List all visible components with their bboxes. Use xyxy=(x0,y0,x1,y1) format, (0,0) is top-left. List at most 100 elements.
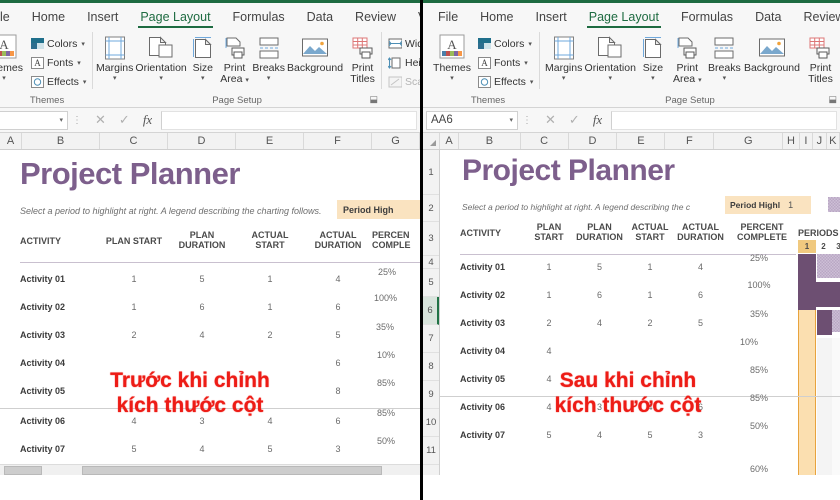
tab-review[interactable]: Review xyxy=(344,8,407,28)
period-number-cell[interactable]: 2 xyxy=(816,240,831,253)
orientation-button[interactable]: Orientation ▾ xyxy=(583,32,637,83)
row-header-2[interactable]: 2 xyxy=(423,195,439,222)
right-name-box[interactable]: AA6 ▾ xyxy=(426,110,518,130)
left-period-highlight-pill[interactable]: Period High xyxy=(337,200,420,219)
theme-fonts-button[interactable]: A Fonts ▾ xyxy=(28,53,88,72)
col-header-E[interactable]: E xyxy=(617,133,666,149)
formula-bar-handle[interactable]: ⋮ xyxy=(68,115,86,126)
tab-file[interactable]: File xyxy=(427,8,469,28)
theme-fonts-label: Fonts xyxy=(47,56,74,69)
col-header-A[interactable]: A xyxy=(0,133,22,149)
background-button[interactable]: Background xyxy=(286,32,344,75)
tab-view[interactable]: View xyxy=(407,8,420,28)
col-header-D[interactable]: D xyxy=(569,133,618,149)
page-setup-dialog-launcher-icon[interactable]: ⬓ xyxy=(370,94,379,105)
scrollbar-thumb-main[interactable] xyxy=(82,466,382,475)
size-button[interactable]: Size ▾ xyxy=(188,32,218,83)
cell-actual-duration: 6 xyxy=(697,290,703,300)
left-name-box[interactable]: ▾ xyxy=(0,110,68,130)
tab-home[interactable]: Home xyxy=(469,8,524,28)
table-row[interactable]: Activity 03 2 4 2 5 35% xyxy=(0,322,420,355)
margins-button[interactable]: Margins ▾ xyxy=(544,32,583,83)
tab-formulas[interactable]: Formulas xyxy=(222,8,296,28)
tab-data[interactable]: Data xyxy=(744,8,792,28)
table-row[interactable]: Activity 01 1 5 1 4 25% xyxy=(0,267,420,299)
row-header-5[interactable]: 5 xyxy=(423,269,439,297)
tab-page-layout[interactable]: Page Layout xyxy=(129,8,221,28)
margins-button[interactable]: Margins ▾ xyxy=(95,32,134,83)
tab-insert[interactable]: Insert xyxy=(76,8,129,28)
tab-formulas[interactable]: Formulas xyxy=(670,8,744,28)
row-header-6[interactable]: 6 xyxy=(423,297,439,325)
col-header-G[interactable]: G xyxy=(714,133,784,149)
print-area-button[interactable]: Print Area ▾ xyxy=(669,32,706,85)
theme-colors-button[interactable]: Colors ▾ xyxy=(475,34,535,53)
left-horizontal-scrollbar[interactable] xyxy=(0,464,420,475)
formula-bar-handle[interactable]: ⋮ xyxy=(518,115,536,126)
scrollbar-thumb-left[interactable] xyxy=(4,466,42,475)
page-height-button[interactable]: Height xyxy=(386,53,420,72)
theme-colors-button[interactable]: Colors ▾ xyxy=(28,34,88,53)
row-header-3[interactable]: 3 xyxy=(423,222,439,256)
col-header-B[interactable]: B xyxy=(459,133,521,149)
cancel-icon[interactable]: ✕ xyxy=(95,112,106,128)
theme-fonts-button[interactable]: A Fonts ▾ xyxy=(475,53,535,72)
breaks-button[interactable]: Breaks ▾ xyxy=(706,32,743,83)
col-header-E[interactable]: E xyxy=(236,133,304,149)
row-header-7[interactable]: 7 xyxy=(423,325,439,353)
print-titles-button[interactable]: Print Titles xyxy=(344,32,381,85)
col-header-C[interactable]: C xyxy=(521,133,569,149)
print-area-button[interactable]: Print Area ▾ xyxy=(218,32,252,85)
period-number-cell[interactable]: 3 xyxy=(831,240,840,253)
right-formula-input[interactable] xyxy=(611,110,837,130)
confirm-icon[interactable]: ✓ xyxy=(119,112,130,128)
cell-actual-duration: 5 xyxy=(697,318,703,328)
row-header-4[interactable]: 4 xyxy=(423,256,439,269)
tab-file[interactable]: le xyxy=(0,8,21,28)
page-setup-dialog-launcher-icon[interactable]: ⬓ xyxy=(828,94,837,105)
tab-insert[interactable]: Insert xyxy=(525,8,578,28)
cell-activity: Activity 03 xyxy=(20,330,66,340)
breaks-button[interactable]: Breaks ▾ xyxy=(251,32,286,83)
col-header-B[interactable]: B xyxy=(22,133,100,149)
col-header-I[interactable]: I xyxy=(800,133,814,149)
col-header-H[interactable]: H xyxy=(783,133,800,149)
table-row[interactable]: Activity 02 1 6 1 6 100% xyxy=(0,293,420,327)
table-row[interactable]: Activity 07 5 4 5 3 50% xyxy=(440,421,840,458)
table-row[interactable]: 60% xyxy=(440,458,840,475)
table-row[interactable]: Activity 06 4 3 4 6 85% xyxy=(0,408,420,441)
insert-function-icon[interactable]: fx xyxy=(593,112,602,128)
period-number-cell[interactable]: 1 xyxy=(798,240,816,253)
tab-data[interactable]: Data xyxy=(296,8,344,28)
theme-effects-button[interactable]: Effects ▾ xyxy=(28,72,88,91)
insert-function-icon[interactable]: fx xyxy=(143,112,152,128)
scale-button[interactable]: Scale xyxy=(386,72,420,91)
cancel-icon[interactable]: ✕ xyxy=(545,112,556,128)
table-row[interactable]: Activity 03 2 4 2 5 35% xyxy=(440,309,840,346)
col-header-F[interactable]: F xyxy=(665,133,715,149)
col-header-F[interactable]: F xyxy=(304,133,372,149)
tab-review[interactable]: Review xyxy=(792,8,840,28)
right-period-highlight-pill[interactable]: Period Highl 1 xyxy=(725,196,811,214)
size-button[interactable]: Size ▾ xyxy=(637,32,669,83)
page-width-button[interactable]: Width xyxy=(386,34,420,53)
themes-button[interactable]: A Themes ▾ xyxy=(429,32,475,83)
left-formula-input[interactable] xyxy=(161,110,417,130)
row-header-1[interactable]: 1 xyxy=(423,150,439,195)
confirm-icon[interactable]: ✓ xyxy=(569,112,580,128)
themes-button[interactable]: A Themes ▾ xyxy=(0,32,28,83)
print-titles-button[interactable]: Print Titles xyxy=(801,32,840,85)
col-header-A[interactable]: A xyxy=(440,133,460,149)
theme-effects-button[interactable]: Effects ▾ xyxy=(475,72,535,91)
orientation-button[interactable]: Orientation ▾ xyxy=(134,32,187,83)
background-button[interactable]: Background xyxy=(743,32,801,75)
col-header-G[interactable]: G xyxy=(372,133,420,149)
col-header-C[interactable]: C xyxy=(100,133,168,149)
col-header-D[interactable]: D xyxy=(168,133,236,149)
col-header-K[interactable]: K xyxy=(827,133,840,149)
select-all-corner[interactable] xyxy=(423,133,440,149)
tab-page-layout[interactable]: Page Layout xyxy=(578,8,670,28)
tab-home[interactable]: Home xyxy=(21,8,76,28)
row-header-11[interactable]: 11 xyxy=(423,437,439,465)
col-header-J[interactable]: J xyxy=(813,133,827,149)
